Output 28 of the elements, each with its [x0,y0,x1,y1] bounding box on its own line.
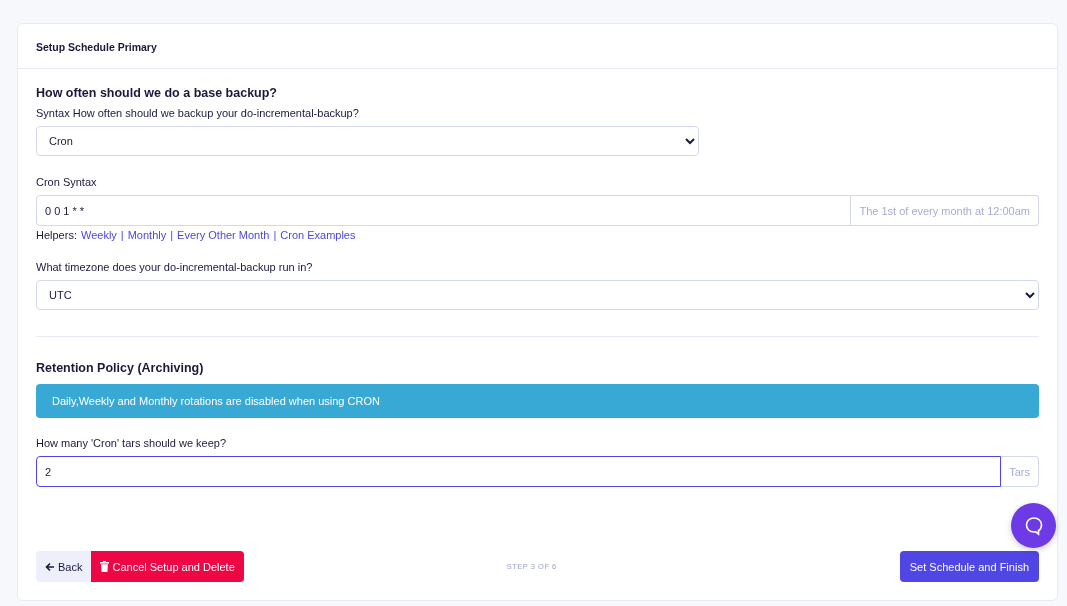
separator: | [120,229,124,241]
helper-link[interactable]: Monthly [127,229,167,241]
tars-unit: Tars [1001,456,1039,487]
cancel-delete-button[interactable]: Cancel Setup and Delete [91,551,244,582]
chat-bubble-icon [1023,515,1044,536]
finish-button[interactable]: Set Schedule and Finish [899,551,1039,582]
timezone-select[interactable]: UTC [36,280,1039,310]
cron-description: The 1st of every month at 12:00am [851,195,1039,226]
field-label: What timezone does your do-incremental-backup run in? [36,261,314,273]
field-label: Syntax How often should we backup your do-incremental-backup? [36,107,360,119]
helper-link[interactable]: Every Other Month [177,229,270,241]
field-label: Cron Syntax [36,176,98,188]
helper-link[interactable]: Cron Examples [280,229,356,241]
helper-link[interactable]: Weekly [80,229,117,241]
trash-icon [100,561,110,572]
back-button[interactable]: Back [36,551,92,582]
separator: | [273,229,277,241]
section-heading: Retention Policy (Archiving) [36,361,205,375]
helpers-label: Helpers: [36,229,77,241]
separator: | [170,229,174,241]
info-alert: Daily,Weekly and Monthly rotations are disabled when using CRON [36,384,1039,418]
tars-count-input[interactable]: 2 [36,456,1002,487]
cron-input[interactable]: 0 0 1 * * [36,195,852,226]
card-title: Setup Schedule Primary [36,41,157,53]
syntax-select[interactable]: Cron [36,126,699,156]
arrow-left-icon [45,561,55,572]
section-heading: How often should we do a base backup? [36,86,278,100]
field-label: How many 'Cron' tars should we keep? [36,437,228,449]
